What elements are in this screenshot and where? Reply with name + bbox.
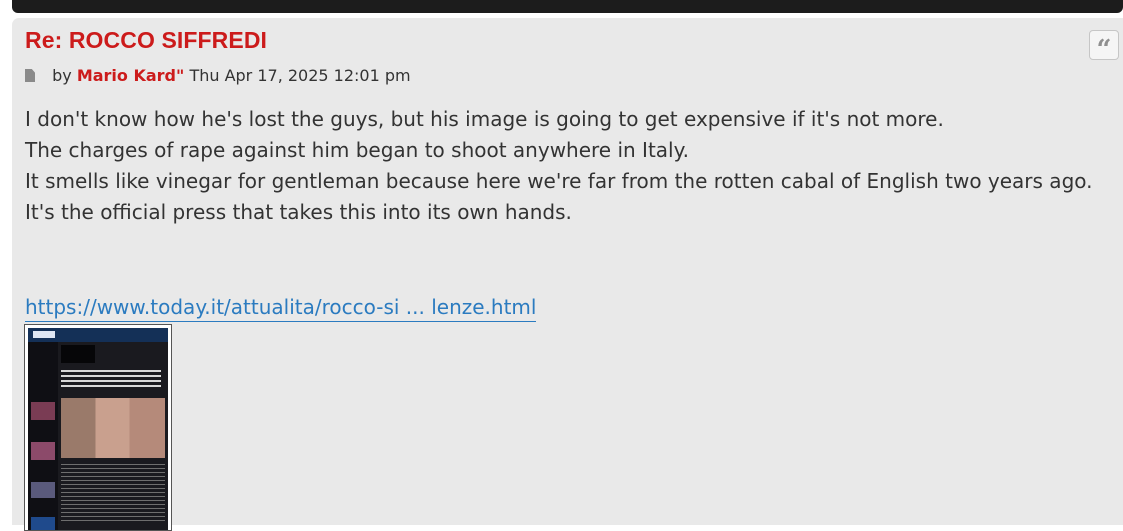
- quote-button[interactable]: “: [1089, 30, 1119, 65]
- quote-icon: “: [1096, 35, 1112, 65]
- author-link[interactable]: Mario Kard": [77, 66, 185, 85]
- thumbnail-sidebar-image: [31, 482, 55, 498]
- thumbnail-image: [28, 328, 168, 530]
- thumbnail-photo: [61, 398, 165, 458]
- thumbnail-video: [61, 345, 95, 363]
- post-title[interactable]: Re: ROCCO SIFFREDI: [25, 27, 267, 54]
- article-link[interactable]: https://www.today.it/attualita/rocco-si …: [25, 293, 537, 322]
- post-content: I don't know how he's lost the guys, but…: [25, 104, 1093, 228]
- by-label: by: [52, 66, 72, 85]
- article-screenshot-thumbnail[interactable]: [24, 324, 172, 531]
- thumbnail-header: [28, 328, 168, 342]
- thumbnail-sidebar-image: [31, 402, 55, 420]
- content-line: I don't know how he's lost the guys, but…: [25, 107, 944, 131]
- content-line: It's the official press that takes this …: [25, 200, 572, 224]
- content-line: It smells like vinegar for gentleman bec…: [25, 169, 1093, 193]
- thumbnail-logo: [33, 331, 55, 338]
- thumbnail-sidebar-image: [31, 517, 55, 530]
- content-line: The charges of rape against him began to…: [25, 138, 689, 162]
- post-meta: by Mario Kard" Thu Apr 17, 2025 12:01 pm: [25, 66, 411, 85]
- thumbnail-body-text: [61, 464, 165, 524]
- thumbnail-sidebar-image: [31, 442, 55, 460]
- top-panel-edge: [12, 0, 1123, 13]
- thumbnail-headline: [61, 370, 161, 390]
- file-icon[interactable]: [25, 69, 35, 82]
- thumbnail-sidebar: [28, 342, 58, 530]
- post-timestamp: Thu Apr 17, 2025 12:01 pm: [189, 66, 411, 85]
- forum-post: Re: ROCCO SIFFREDI “ by Mario Kard" Thu …: [12, 18, 1123, 531]
